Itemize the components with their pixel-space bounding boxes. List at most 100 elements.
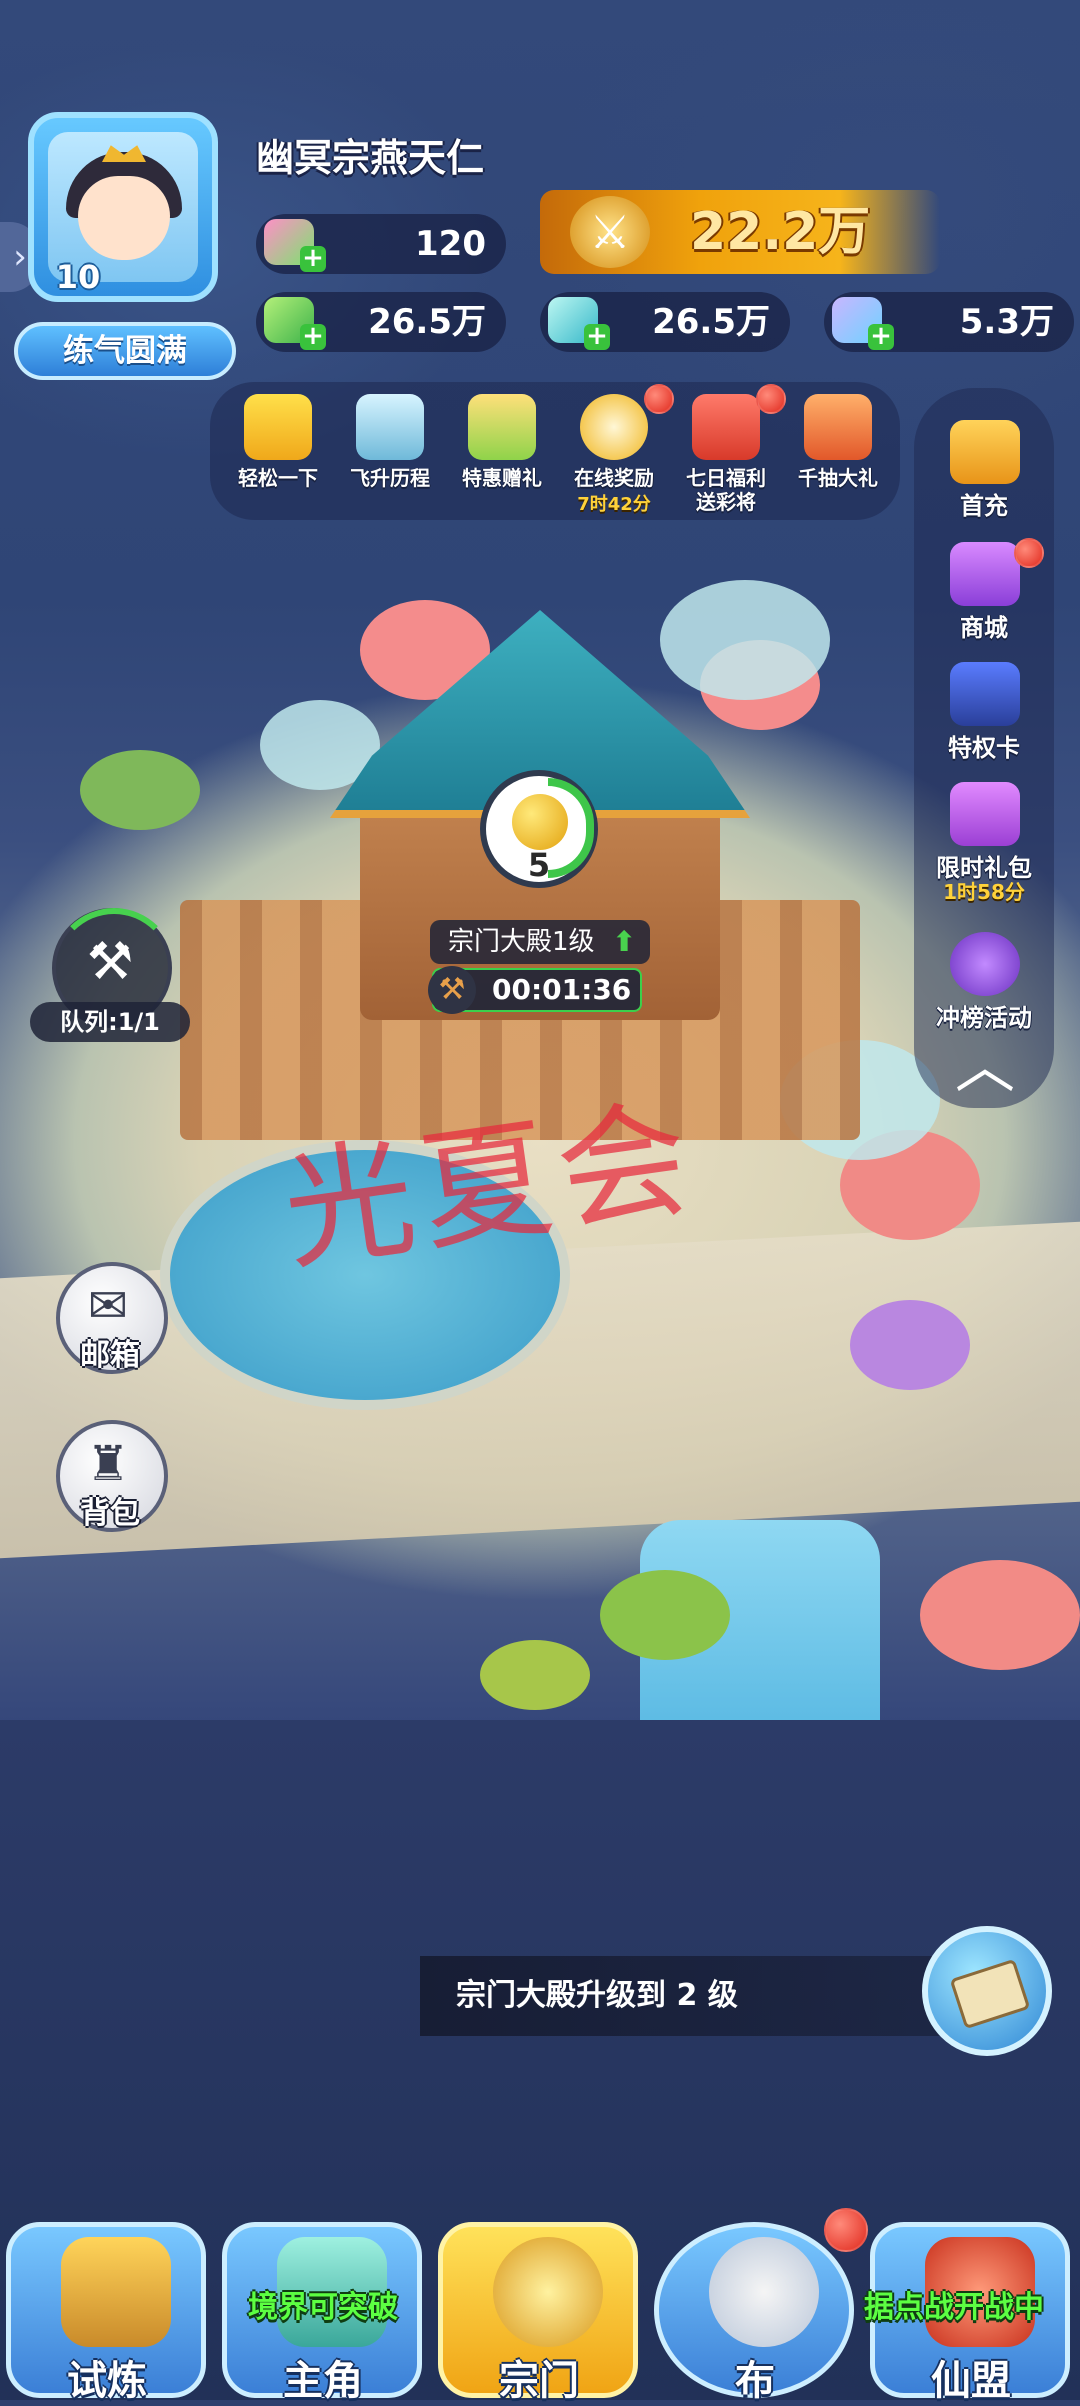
nav-tag: 境界可突破: [248, 2290, 398, 2325]
green-tree: [480, 1640, 590, 1710]
trial-shrine-icon: [61, 2237, 171, 2347]
gamepad-icon: [244, 394, 312, 460]
add-plus-icon[interactable]: +: [300, 245, 326, 272]
nav-tag: 据点战开战中: [864, 2290, 1044, 2325]
cloud-smoke: [660, 580, 830, 700]
task-scroll-button[interactable]: [922, 1926, 1052, 2056]
menu-label: 首充: [960, 492, 1008, 520]
menu-limited-pack[interactable]: 限时礼包 1时58分: [914, 778, 1054, 904]
resource-cyan[interactable]: + 26.5万: [540, 292, 790, 352]
mailbox-label: 邮箱: [80, 1338, 140, 1373]
nav-trial[interactable]: 试炼: [0, 2178, 214, 2404]
activity-label: 飞升历程: [350, 466, 430, 490]
incense-burner-icon: [493, 2237, 603, 2347]
upgrade-timer: 00:01:36: [492, 973, 632, 1006]
combat-power-value: 22.2万: [690, 202, 871, 262]
player-name: 幽冥宗燕天仁: [256, 136, 485, 180]
resource-value: 120: [415, 224, 486, 264]
menu-first-charge[interactable]: 首充: [914, 416, 1054, 536]
activity-thousand-draw[interactable]: 千抽大礼: [782, 382, 894, 520]
green-tree: [80, 750, 200, 830]
notification-dot: [824, 2208, 868, 2252]
upgrade-arrow-icon: ⬆: [612, 925, 636, 958]
add-plus-icon[interactable]: +: [584, 323, 610, 350]
activity-bar: 轻松一下 飞升历程 特惠赠礼 在线奖励 7时42分 七日福利 送彩将 千抽大礼: [210, 382, 900, 520]
nav-label: 布: [735, 2358, 775, 2404]
star-card-icon: [950, 662, 1020, 726]
upgrade-timer-bar: ⚒ 00:01:36: [428, 966, 642, 1014]
menu-ranking-event[interactable]: 冲榜活动: [914, 928, 1054, 1048]
hammer-icon: ⚒: [86, 932, 134, 992]
activity-label: 七日福利: [686, 466, 766, 490]
backpack-button[interactable]: ♜ 背包: [56, 1420, 168, 1532]
bottom-navigation: 试炼 境界可突破 主角 宗门 布 据点战开战中 仙盟: [0, 2178, 1080, 2404]
nav-protagonist[interactable]: 境界可突破 主角: [216, 2178, 430, 2404]
activity-label: 轻松一下: [238, 466, 318, 490]
hall-level-text: 宗门大殿1级: [448, 927, 595, 957]
activity-online-reward[interactable]: 在线奖励 7时42分: [558, 382, 674, 520]
nav-layout[interactable]: 布: [648, 2178, 868, 2404]
menu-label: 商城: [960, 614, 1008, 642]
calendar-icon: [692, 394, 760, 460]
activity-label: 特惠赠礼: [462, 466, 542, 490]
player-level: 10: [55, 258, 101, 296]
activity-ascension[interactable]: 飞升历程: [334, 382, 446, 520]
resource-green[interactable]: + 26.5万: [256, 292, 506, 352]
right-menu: 首充 商城 特权卡 限时礼包 1时58分 冲榜活动: [914, 388, 1054, 1108]
crossed-swords-icon: ⚔: [570, 196, 650, 268]
envelope-icon: ✉: [87, 1278, 129, 1334]
resource-value: 26.5万: [652, 302, 770, 342]
avatar-face: [78, 176, 170, 260]
realm-badge[interactable]: 练气圆满: [14, 322, 236, 380]
combat-power-bar[interactable]: ⚔ 22.2万: [540, 190, 940, 274]
activity-relax[interactable]: 轻松一下: [222, 382, 334, 520]
green-tree: [600, 1570, 730, 1660]
ranking-mask-icon: [950, 932, 1020, 996]
purple-tree: [850, 1300, 970, 1390]
menu-label: 特权卡: [948, 734, 1020, 762]
treasure-icon: [950, 420, 1020, 484]
menu-privilege-card[interactable]: 特权卡: [914, 658, 1054, 778]
notification-dot: [1014, 538, 1044, 568]
menu-timer: 1时58分: [943, 880, 1025, 904]
resource-value: 26.5万: [368, 302, 486, 342]
collapse-chevron-up-icon[interactable]: ︿: [940, 1032, 1030, 1102]
nav-label: 主角: [283, 2358, 363, 2404]
pink-tree: [920, 1560, 1080, 1670]
resource-gem-pink[interactable]: + 120: [256, 214, 506, 274]
purple-chest-icon: [950, 782, 1020, 846]
resource-crystal[interactable]: + 5.3万: [824, 292, 1074, 352]
activity-seven-day[interactable]: 七日福利 送彩将: [670, 382, 786, 520]
gift-box-icon: [468, 394, 536, 460]
resource-value: 5.3万: [959, 302, 1054, 342]
nav-alliance[interactable]: 据点战开战中 仙盟: [864, 2178, 1078, 2404]
nav-label: 试炼: [67, 2358, 147, 2404]
nav-label: 仙盟: [931, 2358, 1011, 2404]
queue-label: 队列:1/1: [30, 1002, 190, 1042]
bag-icon: ♜: [86, 1436, 130, 1492]
crown-icon: [102, 145, 146, 162]
sect-hall-label[interactable]: 宗门大殿1级 ⬆: [430, 920, 650, 964]
alarm-clock-icon: [580, 394, 648, 460]
menu-shop[interactable]: 商城: [914, 538, 1054, 658]
hammer-icon: ⚒: [428, 966, 476, 1014]
gift-chest-icon: [804, 394, 872, 460]
add-plus-icon[interactable]: +: [868, 323, 894, 350]
backpack-label: 背包: [80, 1496, 140, 1531]
mountain-icon: [356, 394, 424, 460]
nav-sect[interactable]: 宗门: [432, 2178, 646, 2404]
add-plus-icon[interactable]: +: [300, 323, 326, 350]
menu-label: 冲榜活动: [936, 1004, 1032, 1032]
task-text: 宗门大殿升级到 2 级: [456, 1978, 738, 2013]
activity-timer: 7时42分: [577, 494, 651, 515]
mailbox-button[interactable]: ✉ 邮箱: [56, 1262, 168, 1374]
yin-yang-icon: [709, 2237, 819, 2347]
activity-label: 千抽大礼: [798, 466, 878, 490]
activity-special-gift[interactable]: 特惠赠礼: [446, 382, 558, 520]
shop-gift-icon: [950, 542, 1020, 606]
activity-label: 在线奖励: [574, 466, 654, 490]
task-tracker[interactable]: 宗门大殿升级到 2 级: [420, 1956, 940, 2036]
nav-label: 宗门: [499, 2358, 579, 2404]
activity-label: 送彩将: [696, 490, 756, 514]
scroll-icon: [949, 1958, 1031, 2030]
